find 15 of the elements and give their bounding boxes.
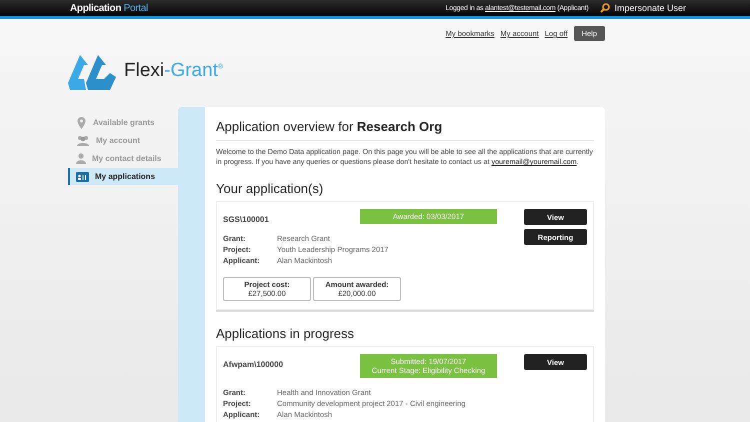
people-icon xyxy=(76,135,90,146)
application-reference: SGS\100001 xyxy=(223,215,270,224)
id-card-icon xyxy=(76,172,89,182)
search-icon xyxy=(600,3,610,13)
location-pin-icon xyxy=(76,116,87,128)
section-heading: Your application(s) xyxy=(216,181,324,196)
logo-icon xyxy=(68,52,118,90)
logo-text: Flexi-Grant$^{®}$ xyxy=(124,60,224,82)
section-heading: Applications in progress xyxy=(216,326,356,341)
application-reference: Afwpam\100000 xyxy=(223,360,284,369)
portal-brand: Application Portal xyxy=(70,2,148,14)
person-icon xyxy=(76,153,86,164)
sidebar-item[interactable]: My applications xyxy=(68,168,178,185)
page-title: Application overview for Research Org xyxy=(216,119,594,141)
impersonate-button[interactable]: Impersonate User xyxy=(600,3,686,13)
